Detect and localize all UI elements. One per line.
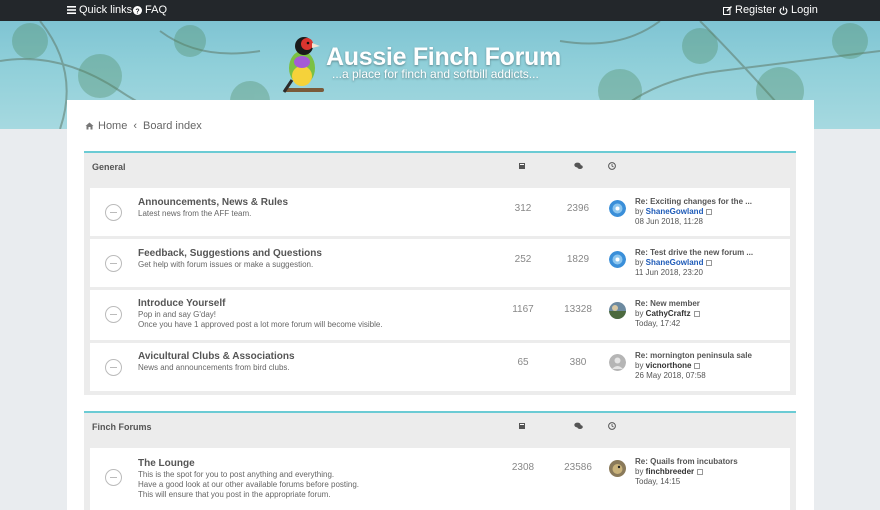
last-post-date: 26 May 2018, 07:58 (635, 371, 706, 380)
forum-row[interactable]: Avicultural Clubs & Associations News an… (90, 343, 790, 391)
power-icon (779, 6, 788, 15)
forum-description: This is the spot for you to post anythin… (138, 470, 360, 499)
forum-read-icon (105, 204, 122, 221)
forum-read-icon (105, 359, 122, 376)
avatar[interactable] (609, 251, 626, 268)
quick-links-label: Quick links (79, 4, 133, 16)
category-header: Finch Forums (84, 413, 796, 445)
top-navbar: Quick links ? FAQ Register Login (0, 0, 880, 21)
breadcrumb-home[interactable]: Home (98, 120, 127, 132)
view-post-icon[interactable] (697, 468, 704, 475)
forum-read-icon (105, 255, 122, 272)
register-link[interactable]: Register (723, 4, 776, 16)
last-post-title[interactable]: Re: Exciting changes for the ... (635, 197, 752, 207)
last-post-date: 08 Jun 2018, 11:28 (635, 217, 703, 226)
book-icon (519, 163, 525, 169)
gouldian-finch-logo (282, 37, 324, 93)
category-finch-forums: Finch Forums The Lounge This is the spot… (84, 411, 796, 510)
forum-read-icon (105, 306, 122, 323)
breadcrumb-board-index[interactable]: Board index (143, 120, 202, 132)
view-post-icon[interactable] (693, 310, 700, 317)
posts-count: 13328 (564, 304, 592, 315)
forum-title[interactable]: Announcements, News & Rules (138, 197, 288, 208)
book-icon (519, 423, 525, 429)
register-label: Register (735, 4, 776, 16)
clock-icon (608, 422, 616, 430)
last-post: Re: Exciting changes for the ... by Shan… (635, 197, 752, 226)
svg-text:?: ? (135, 8, 139, 15)
last-post: Re: Quails from incubators by finchbreed… (635, 457, 738, 486)
question-circle-icon: ? (133, 5, 142, 15)
quick-links-button[interactable]: Quick links (67, 4, 132, 16)
topics-count: 1167 (512, 304, 534, 315)
forum-title[interactable]: Avicultural Clubs & Associations (138, 351, 295, 362)
home-icon (85, 122, 94, 130)
posts-count: 23586 (564, 462, 592, 473)
category-title[interactable]: General (92, 162, 126, 172)
last-post-title[interactable]: Re: mornington peninsula sale (635, 351, 752, 361)
posts-count: 1829 (566, 254, 590, 265)
last-post-author[interactable]: finchbreeder (646, 467, 694, 476)
edit-icon (723, 5, 732, 15)
forum-description: Pop in and say G'day! Once you have 1 ap… (138, 310, 383, 329)
last-post: Re: New member by CathyCraftz Today, 17:… (635, 299, 700, 328)
last-post-author[interactable]: ShaneGowland (646, 207, 704, 216)
last-post: Re: Test drive the new forum ... by Shan… (635, 248, 754, 277)
faq-label: FAQ (145, 4, 168, 16)
breadcrumb: Home ‹ Board index (85, 120, 202, 132)
menu-icon (67, 6, 76, 14)
forum-read-icon (105, 469, 122, 486)
forum-row[interactable]: Feedback, Suggestions and Questions Get … (90, 239, 790, 287)
forum-row[interactable]: The Lounge This is the spot for you to p… (90, 448, 790, 510)
category-general: General Announcements, News & Rules Late… (84, 151, 796, 395)
last-post-date: Today, 17:42 (635, 319, 681, 328)
forum-row[interactable]: Announcements, News & Rules Latest news … (90, 188, 790, 236)
posts-count: 380 (569, 357, 587, 368)
view-post-icon[interactable] (706, 208, 713, 215)
last-post-title[interactable]: Re: New member (635, 299, 700, 309)
login-link[interactable]: Login (779, 4, 818, 16)
forum-row[interactable]: Introduce Yourself Pop in and say G'day!… (90, 290, 790, 340)
comments-icon (574, 422, 583, 429)
avatar[interactable] (609, 302, 626, 319)
last-post-date: 11 Jun 2018, 23:20 (635, 268, 703, 277)
forum-title[interactable]: Feedback, Suggestions and Questions (138, 248, 322, 259)
view-post-icon[interactable] (694, 362, 701, 369)
forum-description: News and announcements from bird clubs. (138, 363, 290, 372)
category-title[interactable]: Finch Forums (92, 422, 152, 432)
posts-count: 2396 (566, 203, 590, 214)
category-header: General (84, 153, 796, 185)
last-post-title[interactable]: Re: Quails from incubators (635, 457, 738, 467)
last-post-author[interactable]: CathyCraftz (646, 309, 691, 318)
topics-count: 252 (514, 254, 532, 265)
forum-description: Latest news from the AFF team. (138, 209, 252, 218)
forum-title[interactable]: The Lounge (138, 458, 195, 469)
clock-icon (608, 162, 616, 170)
site-tagline: ...a place for finch and softbill addict… (332, 67, 539, 81)
last-post-author[interactable]: ShaneGowland (646, 258, 704, 267)
topics-count: 65 (517, 357, 529, 368)
forum-description: Get help with forum issues or make a sug… (138, 260, 314, 269)
comments-icon (574, 162, 583, 169)
chevron-left-icon: ‹ (133, 120, 138, 132)
topics-count: 2308 (511, 462, 535, 473)
avatar[interactable] (609, 200, 626, 217)
view-post-icon[interactable] (706, 259, 713, 266)
last-post-title[interactable]: Re: Test drive the new forum ... (635, 248, 753, 258)
faq-link[interactable]: ? FAQ (133, 4, 167, 16)
login-label: Login (791, 4, 818, 16)
last-post-date: Today, 14:15 (635, 477, 681, 486)
avatar[interactable] (609, 460, 626, 477)
forum-title[interactable]: Introduce Yourself (138, 298, 225, 309)
avatar[interactable] (609, 354, 626, 371)
last-post: Re: mornington peninsula sale by vicnort… (635, 351, 752, 380)
last-post-author[interactable]: vicnorthone (646, 361, 692, 370)
topics-count: 312 (514, 203, 532, 214)
